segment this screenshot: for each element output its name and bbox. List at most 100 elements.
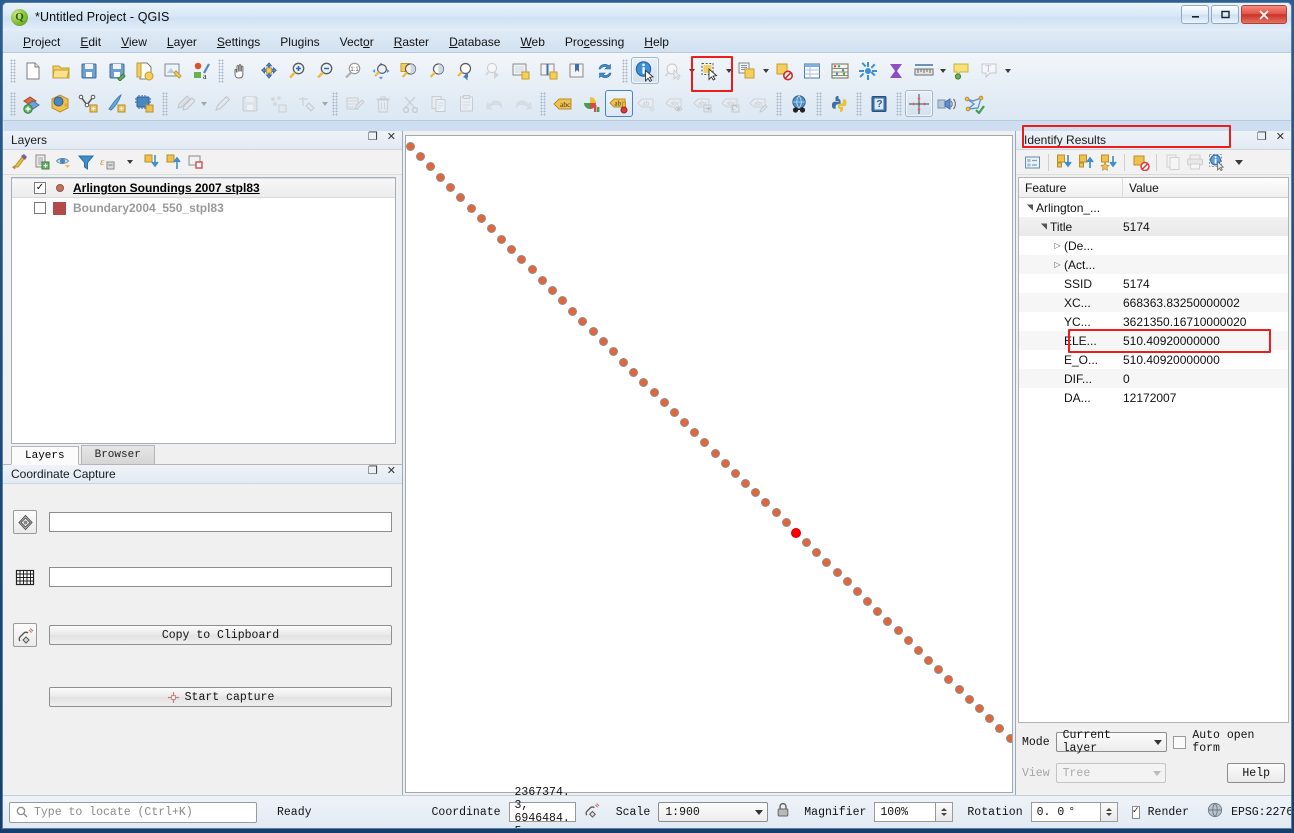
toggle-editing-button[interactable]	[208, 90, 236, 117]
layer-row-arlington-soundings[interactable]: ✓ Arlington Soundings 2007 stpl83	[12, 178, 395, 198]
feature-point[interactable]	[720, 458, 730, 468]
feature-point[interactable]	[456, 193, 466, 203]
feature-point[interactable]	[985, 714, 995, 724]
feature-point[interactable]	[537, 275, 547, 285]
feature-point[interactable]	[954, 684, 964, 694]
identify-result-row[interactable]: SSID 5174	[1019, 274, 1288, 293]
coordinate-capture-icon[interactable]	[13, 623, 37, 647]
feature-point[interactable]	[619, 357, 629, 367]
label-layer-button[interactable]: abc	[549, 90, 577, 117]
feature-point[interactable]	[934, 665, 944, 675]
feature-point[interactable]	[476, 213, 486, 223]
coordinate-capture-toggle-icon[interactable]	[584, 802, 600, 822]
toolbar-grip[interactable]	[816, 91, 822, 116]
feature-point[interactable]	[415, 151, 425, 161]
add-point-feature-button[interactable]	[264, 90, 292, 117]
feature-point[interactable]	[710, 448, 720, 458]
toolbar-grip[interactable]	[896, 91, 902, 116]
select-features-button[interactable]	[696, 57, 724, 84]
menu-vector[interactable]: Vector	[330, 33, 384, 51]
open-layer-styling-panel-icon[interactable]	[9, 152, 30, 173]
zoom-out-button[interactable]	[311, 57, 339, 84]
add-raster-layer-button[interactable]	[47, 90, 75, 117]
mode-combobox[interactable]: Current layer	[1055, 729, 1168, 755]
show-bookmarks-button[interactable]	[563, 57, 591, 84]
tab-browser[interactable]: Browser	[80, 445, 155, 464]
select-by-form-button[interactable]	[733, 57, 761, 84]
identify-results-float-button[interactable]: ❐	[1257, 132, 1267, 143]
new-map-view-button[interactable]	[507, 57, 535, 84]
diagram-properties-button[interactable]	[577, 90, 605, 117]
zoom-full-button[interactable]	[367, 57, 395, 84]
deselect-features-button[interactable]	[770, 57, 798, 84]
globe-icon[interactable]	[1207, 802, 1223, 822]
menu-raster[interactable]: Raster	[384, 33, 439, 51]
coordinate-capture-float-button[interactable]: ❐	[368, 466, 378, 477]
layers-tree[interactable]: ✓ Arlington Soundings 2007 stpl83 Bounda…	[11, 177, 396, 444]
feature-point[interactable]	[812, 547, 822, 557]
toolbar-grip[interactable]	[162, 91, 168, 116]
add-vector-layer-button[interactable]	[19, 90, 47, 117]
menu-edit[interactable]: Edit	[70, 33, 111, 51]
measure-dropdown-arrow[interactable]	[938, 57, 947, 84]
paste-features-button[interactable]	[453, 90, 481, 117]
feature-point[interactable]	[832, 567, 842, 577]
close-button[interactable]	[1241, 5, 1287, 24]
add-delimited-text-layer-button[interactable]	[75, 90, 103, 117]
identify-results-table[interactable]: Feature Value ◢ Arlington_... ◢ Title 5174 ▷(…	[1018, 177, 1289, 723]
auto-open-form-checkbox[interactable]	[1173, 735, 1187, 749]
open-project-button[interactable]	[47, 57, 75, 84]
new-project-button[interactable]	[19, 57, 47, 84]
undo-button[interactable]	[481, 90, 509, 117]
rotation-spinbox[interactable]: 0. 0 °	[1030, 802, 1118, 822]
redo-button[interactable]	[509, 90, 537, 117]
feature-point[interactable]	[517, 255, 527, 265]
render-checkbox[interactable]: ✓	[1131, 805, 1140, 819]
zoom-next-button[interactable]	[479, 57, 507, 84]
feature-point[interactable]	[883, 616, 893, 626]
feature-point[interactable]	[558, 296, 568, 306]
coordinate-value-input[interactable]: 2367374. 3, 6946484. 5	[508, 786, 576, 828]
feature-point[interactable]	[659, 398, 669, 408]
left-dock-tabs[interactable]: Layers Browser	[3, 444, 402, 465]
identify-result-row[interactable]: ◢ Title 5174	[1019, 217, 1288, 236]
lock-scale-icon[interactable]	[776, 802, 790, 822]
canvas-coordinate-input[interactable]	[49, 567, 392, 587]
feature-point[interactable]	[527, 265, 537, 275]
select-features-by-value-button[interactable]	[659, 57, 687, 84]
feature-point[interactable]	[730, 468, 740, 478]
layer-visibility-checkbox[interactable]: ✓	[34, 182, 46, 194]
feature-point[interactable]	[639, 377, 649, 387]
menu-plugins[interactable]: Plugins	[270, 33, 329, 51]
feature-point[interactable]	[771, 508, 781, 518]
feature-point[interactable]	[608, 347, 618, 357]
show-pinned-labels-button[interactable]: abc	[661, 90, 689, 117]
menu-settings[interactable]: Settings	[207, 33, 270, 51]
zoom-to-layer-button[interactable]	[423, 57, 451, 84]
layers-panel-float-button[interactable]: ❐	[368, 132, 378, 143]
manage-map-themes-icon[interactable]	[53, 152, 74, 173]
zoom-native-resolution-button[interactable]: 1:1	[339, 57, 367, 84]
feature-point[interactable]	[425, 162, 435, 172]
crs-coordinate-input[interactable]	[49, 512, 392, 532]
menu-web[interactable]: Web	[510, 33, 554, 51]
twisty-expanded-icon[interactable]: ◢	[1025, 201, 1034, 214]
toolbar-grip[interactable]	[332, 91, 338, 116]
feature-point[interactable]	[1005, 733, 1012, 743]
feature-point[interactable]	[588, 327, 598, 337]
identify-result-row[interactable]: ELE... 510.40920000000	[1019, 331, 1288, 350]
feature-point[interactable]	[903, 636, 913, 646]
add-group-icon[interactable]	[31, 152, 52, 173]
magnifier-spinbox[interactable]: 100%	[874, 802, 954, 822]
canvas-crs-icon[interactable]	[13, 565, 37, 589]
toolbar-grip[interactable]	[856, 91, 862, 116]
start-capture-button[interactable]: Start capture	[49, 687, 392, 707]
pan-map-button[interactable]	[227, 57, 255, 84]
feature-point[interactable]	[507, 244, 517, 254]
identify-result-row[interactable]: DA... 12172007	[1019, 388, 1288, 407]
print-icon[interactable]	[1184, 152, 1205, 173]
feature-point[interactable]	[863, 597, 873, 607]
identify-features-button[interactable]	[631, 57, 659, 84]
toolbar-grip[interactable]	[622, 58, 628, 83]
feature-point[interactable]	[690, 428, 700, 438]
